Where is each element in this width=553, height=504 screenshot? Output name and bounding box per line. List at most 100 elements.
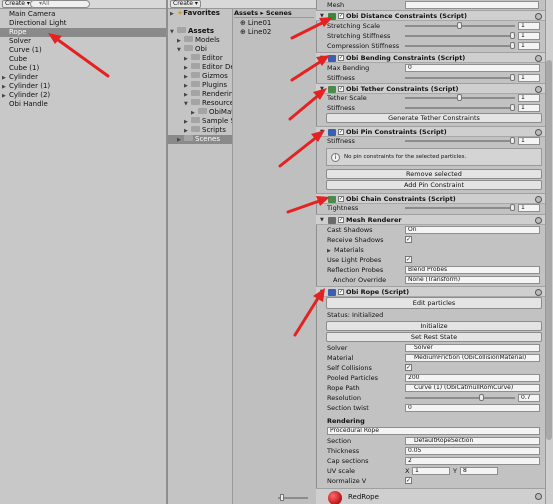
- gear-icon[interactable]: [535, 217, 542, 224]
- gear-icon[interactable]: [535, 196, 542, 203]
- enable-checkbox[interactable]: ✓: [338, 86, 344, 92]
- stretching-stiffness-knob[interactable]: [510, 32, 515, 39]
- anchor-override-field[interactable]: None (Transform): [405, 276, 540, 284]
- tether-scale-field[interactable]: 1: [518, 94, 540, 102]
- expand-triangle-icon[interactable]: ▶: [184, 73, 191, 81]
- light-probes-checkbox[interactable]: ✓: [405, 256, 412, 263]
- materials-row[interactable]: ▶ Materials: [319, 245, 544, 255]
- scene-file-item[interactable]: ⊕ Line02: [240, 28, 271, 37]
- stretching-stiffness-field[interactable]: 1: [518, 32, 540, 40]
- hierarchy-item[interactable]: Cube: [0, 55, 166, 64]
- uv-y-field[interactable]: 8: [460, 467, 498, 475]
- enable-checkbox[interactable]: ✓: [338, 55, 344, 61]
- expand-triangle-icon[interactable]: ▶: [184, 118, 191, 126]
- set-rest-state-button[interactable]: Set Rest State: [326, 332, 542, 342]
- compression-stiffness-knob[interactable]: [510, 42, 515, 49]
- hierarchy-item[interactable]: Main Camera: [0, 10, 166, 19]
- cast-shadows-dropdown[interactable]: On: [405, 226, 540, 234]
- tether-stiffness-slider[interactable]: [405, 107, 515, 109]
- project-folder[interactable]: ▶ Editor De: [168, 63, 232, 72]
- pin-stiffness-slider[interactable]: [405, 140, 515, 142]
- compression-stiffness-field[interactable]: 1: [518, 42, 540, 50]
- favorites-header[interactable]: ▶ ★Favorites: [170, 9, 220, 18]
- gear-icon[interactable]: [535, 493, 542, 500]
- material-field[interactable]: MediumFriction (ObiCollisionMaterial): [405, 354, 540, 362]
- hierarchy-item[interactable]: Rope: [0, 28, 166, 37]
- project-folder[interactable]: ▶ Plugins: [168, 81, 232, 90]
- mesh-field[interactable]: [405, 1, 539, 9]
- tightness-knob[interactable]: [510, 204, 515, 211]
- section-field[interactable]: DefaultRopeSection: [405, 437, 540, 445]
- hierarchy-item[interactable]: Curve (1): [0, 46, 166, 55]
- bending-stiffness-field[interactable]: 1: [518, 74, 540, 82]
- generate-tether-button[interactable]: Generate Tether Constraints: [326, 113, 542, 123]
- hierarchy-item[interactable]: Directional Light: [0, 19, 166, 28]
- stretching-scale-field[interactable]: 1: [518, 22, 540, 30]
- project-folder[interactable]: ▶ Models: [168, 36, 232, 45]
- section-twist-field[interactable]: 0: [405, 404, 540, 412]
- expand-triangle-icon[interactable]: ▶: [184, 127, 191, 135]
- expand-triangle-icon[interactable]: ▶: [177, 37, 184, 45]
- hierarchy-search-input[interactable]: ▾All: [30, 0, 90, 8]
- expand-triangle-icon[interactable]: ▶: [184, 82, 191, 90]
- project-folder[interactable]: ▶ Scenes: [168, 135, 232, 144]
- bending-stiffness-slider[interactable]: [405, 77, 515, 79]
- self-collisions-checkbox[interactable]: ✓: [405, 364, 412, 371]
- hierarchy-create-button[interactable]: Create ▾: [2, 0, 33, 8]
- zoom-slider-knob[interactable]: [280, 494, 284, 501]
- gear-icon[interactable]: [535, 13, 542, 20]
- hierarchy-item[interactable]: Obi Handle: [0, 100, 166, 109]
- distance-constraints-header[interactable]: ▼ ✓ Obi Distance Constraints (Script): [316, 10, 545, 21]
- project-folder[interactable]: ▶ Gizmos: [168, 72, 232, 81]
- resolution-field[interactable]: 0.7: [518, 394, 540, 402]
- material-preview-bar[interactable]: RedRope: [316, 488, 545, 504]
- expand-triangle-icon[interactable]: ▶: [184, 55, 191, 63]
- thickness-field[interactable]: 0.05: [405, 447, 540, 455]
- foldout-triangle-icon[interactable]: ▼: [320, 287, 324, 297]
- project-folder[interactable]: ▶ Rendering: [168, 90, 232, 99]
- expand-triangle-icon[interactable]: ▶: [191, 109, 198, 117]
- cap-sections-field[interactable]: 2: [405, 457, 540, 465]
- expand-triangle-icon[interactable]: ▶: [184, 91, 191, 99]
- inspector-scrollbar-thumb[interactable]: [546, 60, 552, 440]
- stretching-scale-knob[interactable]: [457, 22, 462, 29]
- foldout-triangle-icon[interactable]: ▼: [320, 11, 324, 21]
- solver-field[interactable]: Solver: [405, 344, 540, 352]
- enable-checkbox[interactable]: ✓: [338, 129, 344, 135]
- stretching-stiffness-slider[interactable]: [405, 35, 515, 37]
- enable-checkbox[interactable]: ✓: [338, 13, 344, 19]
- compression-stiffness-slider[interactable]: [405, 45, 515, 47]
- project-folder[interactable]: ▼ Resource: [168, 99, 232, 108]
- project-create-button[interactable]: Create ▾: [170, 0, 201, 8]
- hierarchy-item[interactable]: Cube (1): [0, 64, 166, 73]
- tether-stiffness-field[interactable]: 1: [518, 104, 540, 112]
- gear-icon[interactable]: [535, 55, 542, 62]
- receive-shadows-checkbox[interactable]: ✓: [405, 236, 412, 243]
- initialize-button[interactable]: Initialize: [326, 321, 542, 331]
- expand-triangle-icon[interactable]: ▶: [177, 136, 184, 144]
- gear-icon[interactable]: [535, 86, 542, 93]
- pin-stiffness-field[interactable]: 1: [518, 137, 540, 145]
- hierarchy-item[interactable]: Solver: [0, 37, 166, 46]
- resolution-knob[interactable]: [479, 394, 484, 401]
- project-folder[interactable]: ▶ Sample S: [168, 117, 232, 126]
- hierarchy-item[interactable]: ▶ Cylinder (2): [0, 91, 166, 100]
- scene-file-item[interactable]: ⊕ Line01: [240, 19, 271, 28]
- hierarchy-item[interactable]: ▶ Cylinder (1): [0, 82, 166, 91]
- expand-triangle-icon[interactable]: ▶: [184, 64, 191, 72]
- project-folder[interactable]: ▼ Assets: [168, 27, 232, 36]
- gear-icon[interactable]: [535, 129, 542, 136]
- foldout-triangle-icon[interactable]: ▼: [320, 215, 324, 225]
- uv-x-field[interactable]: 1: [412, 467, 450, 475]
- obi-rope-header[interactable]: ▼ ✓ Obi Rope (Script): [316, 286, 545, 297]
- normalize-v-checkbox[interactable]: ✓: [405, 477, 412, 484]
- enable-checkbox[interactable]: ✓: [338, 196, 344, 202]
- collapse-triangle-icon[interactable]: ▼: [177, 46, 184, 54]
- tightness-slider[interactable]: [405, 207, 515, 209]
- pooled-particles-field[interactable]: 200: [405, 374, 540, 382]
- collapse-triangle-icon[interactable]: ▼: [184, 100, 191, 108]
- project-folder[interactable]: ▶ Scripts: [168, 126, 232, 135]
- project-folder[interactable]: ▼ Obi: [168, 45, 232, 54]
- tightness-field[interactable]: 1: [518, 204, 540, 212]
- bending-stiffness-knob[interactable]: [510, 74, 515, 81]
